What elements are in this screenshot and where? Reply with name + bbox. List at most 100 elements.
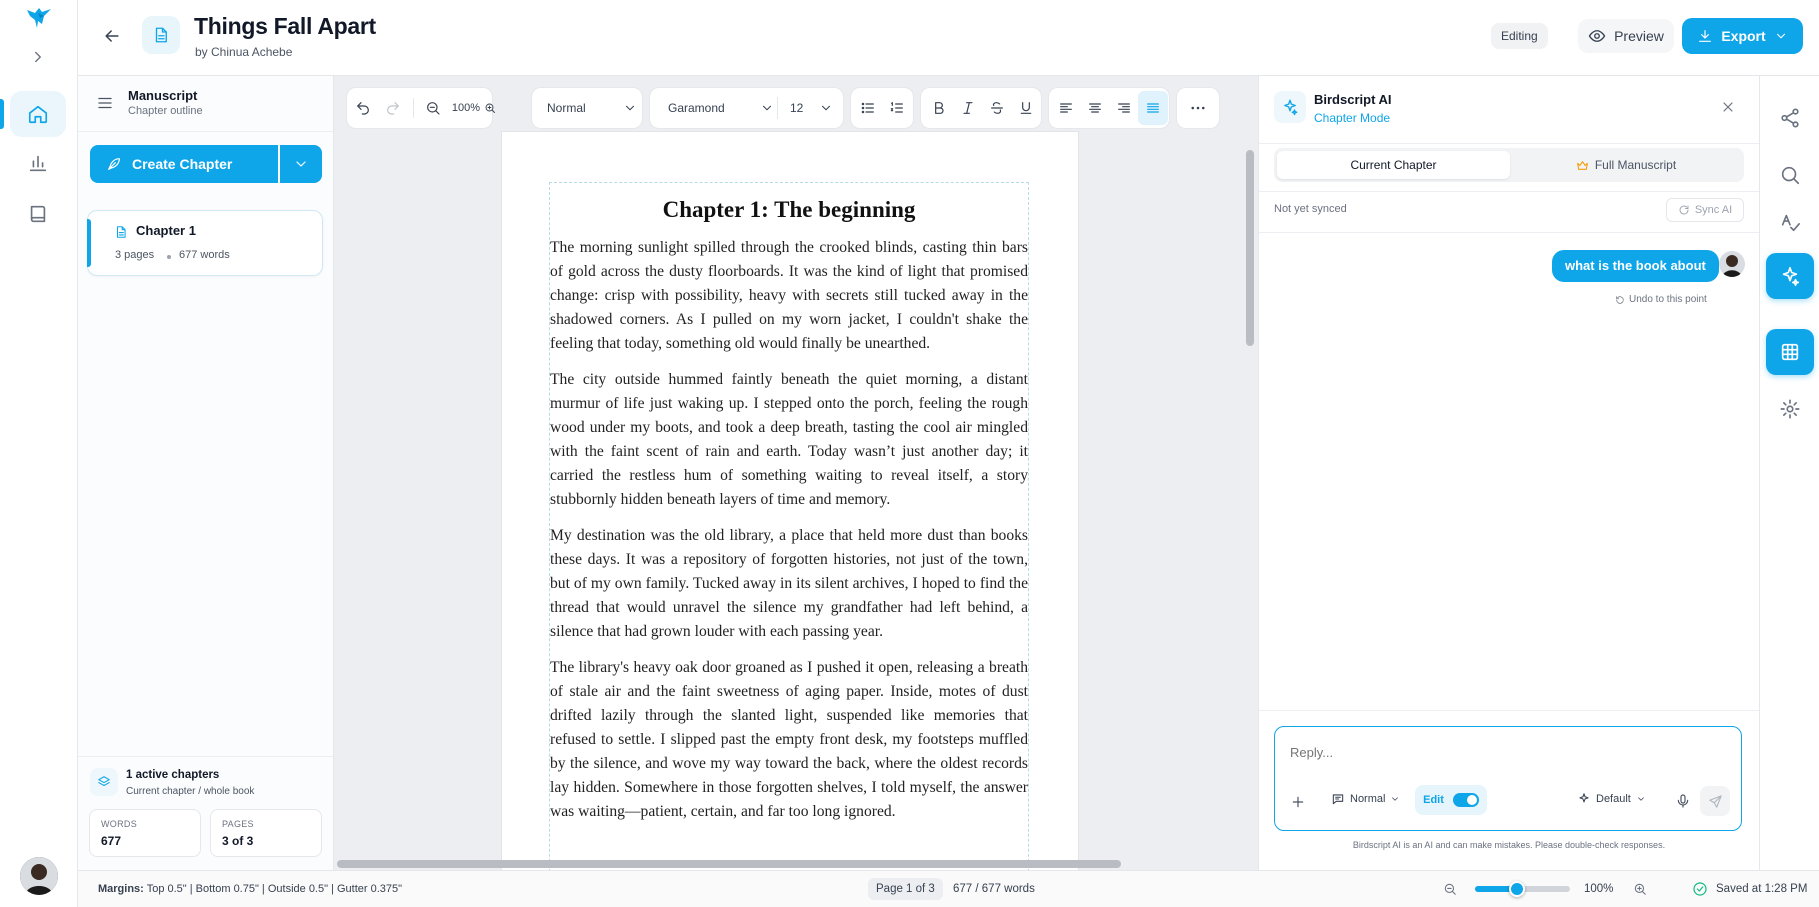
words-stat-value: 677 <box>101 834 122 848</box>
zoom-in-icon[interactable] <box>1633 882 1647 896</box>
scope-tabs: Current Chapter Full Manuscript <box>1274 148 1744 182</box>
font-size-value[interactable]: 12 <box>790 101 803 115</box>
words-stat: WORDS 677 <box>89 809 201 857</box>
user-avatar[interactable] <box>20 857 58 895</box>
redo-icon[interactable] <box>378 91 408 125</box>
bullet-list-icon[interactable] <box>853 91 883 125</box>
preview-button[interactable]: Preview <box>1578 19 1674 53</box>
ai-disclaimer: Birdscript AI is an AI and can make mist… <box>1352 840 1666 850</box>
response-style-select[interactable]: Normal <box>1331 792 1400 806</box>
font-select-value[interactable]: Garamond <box>668 101 725 115</box>
zoom-out-icon[interactable] <box>1443 882 1457 896</box>
divider <box>1259 710 1759 711</box>
feather-icon <box>108 158 120 170</box>
status-bar: Margins: Top 0.5" | Bottom 0.75" | Outsi… <box>78 870 1819 907</box>
crown-icon <box>1576 160 1588 170</box>
ai-sparkle-icon <box>1782 266 1800 286</box>
chevron-down-icon <box>1776 33 1785 39</box>
book-icon <box>30 205 46 223</box>
share-button[interactable] <box>1766 95 1814 141</box>
spellcheck-icon <box>1781 214 1800 232</box>
create-chapter-label: Create Chapter <box>132 156 233 172</box>
undo-to-point-button[interactable]: Undo to this point <box>1615 294 1707 305</box>
page-text-frame[interactable]: Chapter 1: The beginning The morning sun… <box>549 182 1029 870</box>
undo-icon[interactable] <box>348 91 378 125</box>
chevron-down-icon <box>760 101 774 115</box>
check-circle-icon <box>1692 881 1708 897</box>
chevron-down-icon <box>296 161 306 167</box>
numbered-list-icon[interactable] <box>882 91 912 125</box>
edit-switch[interactable] <box>1452 793 1479 807</box>
align-center-icon[interactable] <box>1080 91 1110 125</box>
tab-current-chapter[interactable]: Current Chapter <box>1277 151 1510 179</box>
chevron-down-icon <box>623 101 637 115</box>
sync-ai-button[interactable]: Sync AI <box>1666 198 1744 222</box>
book-title: Things Fall Apart <box>194 13 376 39</box>
expand-chevron-icon[interactable] <box>29 48 47 66</box>
ai-panel: Birdscript AI Chapter Mode Current Chapt… <box>1258 76 1759 870</box>
bird-logo-icon[interactable] <box>24 4 54 32</box>
zoom-slider[interactable] <box>1475 881 1570 897</box>
model-select[interactable]: Default <box>1577 792 1646 806</box>
zoom-in-icon[interactable] <box>484 91 496 125</box>
words-stat-label: WORDS <box>101 819 137 829</box>
home-icon <box>28 105 48 124</box>
home-nav-button[interactable] <box>0 91 66 137</box>
chapter-doc-icon <box>114 225 128 239</box>
align-right-icon[interactable] <box>1109 91 1139 125</box>
zoom-level: 100% <box>451 102 481 114</box>
tab-full-manuscript[interactable]: Full Manuscript <box>1511 151 1741 179</box>
pages-stat: PAGES 3 of 3 <box>210 809 322 857</box>
align-left-icon[interactable] <box>1051 91 1081 125</box>
table-button[interactable] <box>1766 329 1814 375</box>
active-chapters-title: 1 active chapters <box>126 769 220 781</box>
spellcheck-button[interactable] <box>1766 199 1814 245</box>
right-rail <box>1759 76 1819 870</box>
microphone-icon[interactable] <box>1675 793 1691 809</box>
search-button[interactable] <box>1766 152 1814 198</box>
more-horizontal-icon[interactable] <box>1182 91 1214 125</box>
analytics-nav-button[interactable] <box>10 140 66 186</box>
export-button[interactable]: Export <box>1682 18 1803 54</box>
italic-icon[interactable] <box>953 91 983 125</box>
zoom-slider-handle[interactable] <box>1508 881 1525 897</box>
underline-icon[interactable] <box>1011 91 1041 125</box>
chapter-card[interactable]: Chapter 1 3 pages 677 words <box>87 210 323 276</box>
editing-badge: Editing <box>1491 23 1548 49</box>
send-button[interactable] <box>1700 786 1730 816</box>
tab-full-label: Full Manuscript <box>1594 158 1677 172</box>
page-indicator: Page 1 of 3 <box>868 878 943 900</box>
pages-stat-label: PAGES <box>222 819 254 829</box>
close-icon[interactable] <box>1720 99 1736 115</box>
response-style-value: Normal <box>1350 793 1386 805</box>
ai-assistant-button[interactable] <box>1766 253 1814 299</box>
download-icon <box>1699 30 1712 42</box>
add-attachment-icon[interactable] <box>1290 794 1306 810</box>
zoom-out-icon[interactable] <box>418 91 448 125</box>
horizontal-scrollbar[interactable] <box>337 860 1121 868</box>
strikethrough-icon[interactable] <box>982 91 1012 125</box>
reply-input[interactable] <box>1290 741 1720 763</box>
back-arrow-icon[interactable] <box>102 26 122 46</box>
app-header: Things Fall Apart by Chinua Achebe Editi… <box>78 0 1819 76</box>
book-nav-button[interactable] <box>10 191 66 237</box>
gear-icon <box>1780 399 1800 419</box>
chevron-down-icon <box>819 101 833 115</box>
message-icon <box>1332 794 1344 805</box>
create-chapter-button[interactable]: Create Chapter <box>90 145 278 183</box>
paragraph: The library's heavy oak door groaned as … <box>550 659 1028 820</box>
create-chapter-dropdown[interactable] <box>280 145 322 183</box>
menu-icon[interactable] <box>96 94 114 112</box>
divider <box>78 131 333 132</box>
edit-toggle-label: Edit <box>1423 794 1444 806</box>
edit-toggle[interactable]: Edit <box>1415 785 1487 815</box>
settings-button[interactable] <box>1766 386 1814 432</box>
vertical-scrollbar[interactable] <box>1246 150 1254 346</box>
active-chapters-sub: Current chapter / whole book <box>126 786 255 797</box>
pages-stat-value: 3 of 3 <box>222 834 254 848</box>
align-justify-icon[interactable] <box>1138 91 1168 125</box>
ai-mode[interactable]: Chapter Mode <box>1314 111 1390 125</box>
sidebar-subtitle: Chapter outline <box>128 105 203 117</box>
bold-icon[interactable] <box>924 91 954 125</box>
undo-to-point-label: Undo to this point <box>1629 294 1707 305</box>
